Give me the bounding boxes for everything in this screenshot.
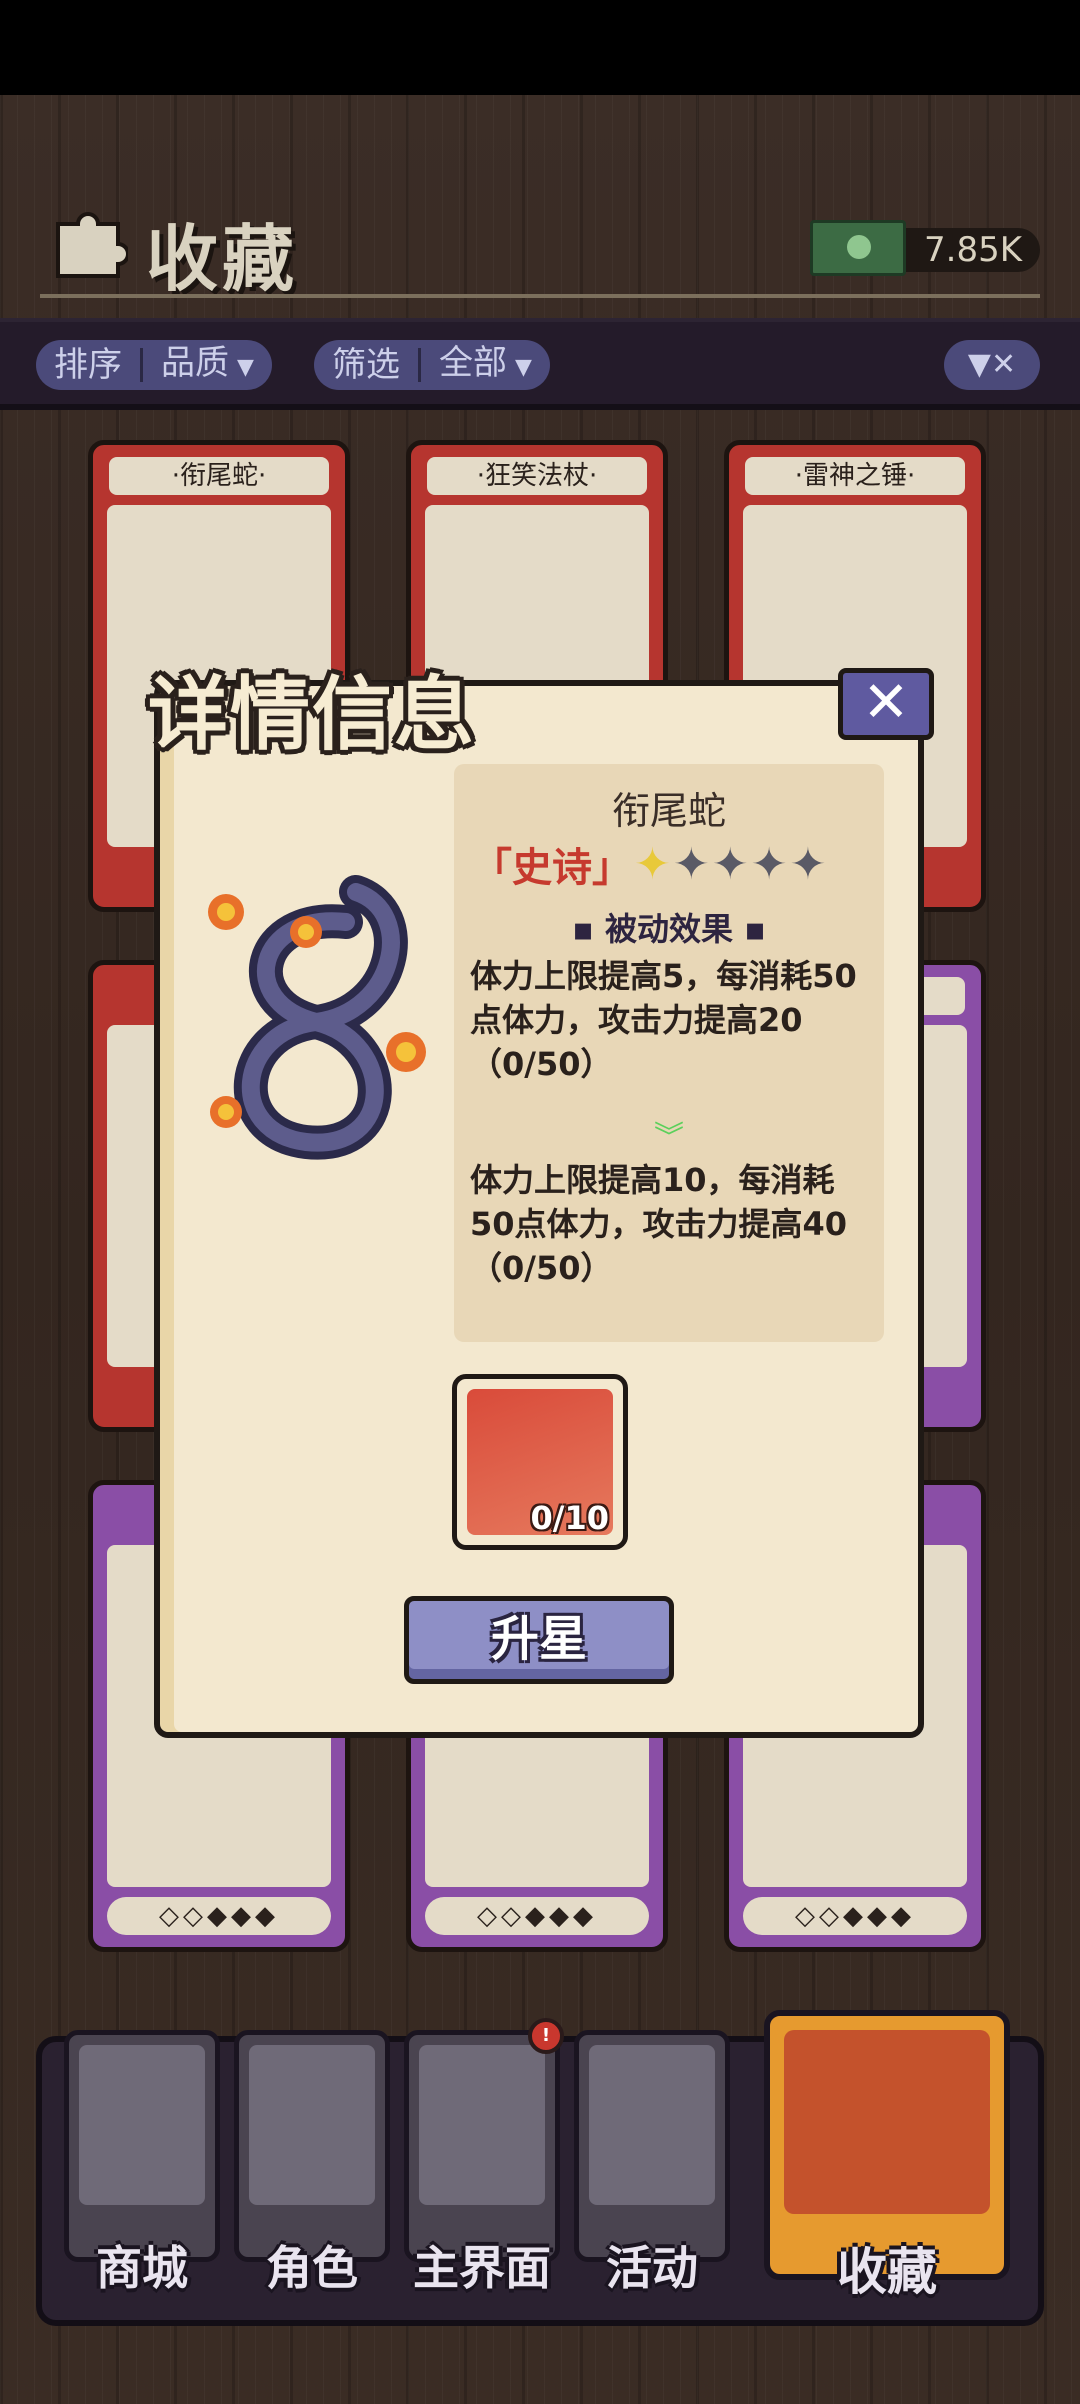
item-name: 衔尾蛇	[611, 789, 726, 833]
current-effect: 体力上限提高5，每消耗50点体力，攻击力提高20（0/50）	[470, 957, 857, 1083]
close-icon: ✕	[862, 670, 910, 735]
shop-icon	[79, 2045, 205, 2205]
star-empty-icon: ✦	[750, 838, 788, 890]
tab-label-shop: 商城	[96, 2241, 188, 2295]
main-icon	[419, 2045, 545, 2205]
tab-label-character: 角色	[266, 2241, 358, 2295]
item-info-box: 衔尾蛇 「史诗」 ✦ ✦ ✦ ✦ ✦ ▪ 被动效果 ▪ 体力上限提高5，每消耗5…	[454, 764, 884, 1342]
notification-badge: !	[528, 2018, 564, 2054]
chevron-down-icon: ︾	[654, 1120, 684, 1155]
shard-slot[interactable]: 0/10	[452, 1374, 628, 1550]
star-filled-icon: ✦	[634, 838, 671, 890]
tab-label-main: 主界面	[413, 2241, 551, 2295]
star-empty-icon: ✦	[789, 838, 827, 890]
star-empty-icon: ✦	[711, 838, 749, 890]
tab-shop[interactable]	[64, 2030, 220, 2262]
collection-icon	[784, 2030, 990, 2214]
tab-main[interactable]	[404, 2030, 560, 2262]
tab-character[interactable]	[234, 2030, 390, 2262]
close-button[interactable]: ✕	[838, 668, 934, 740]
next-effect: 体力上限提高10，每消耗50点体力，攻击力提高40（0/50）	[470, 1161, 848, 1287]
events-icon	[589, 2045, 715, 2205]
shard-progress: 0/10	[530, 1499, 609, 1537]
upgrade-star-button[interactable]: 升星	[404, 1596, 674, 1684]
tab-label-collection: 收藏	[837, 2243, 937, 2301]
passive-heading: ▪ 被动效果 ▪	[572, 910, 766, 948]
character-icon	[249, 2045, 375, 2205]
rarity-label: 「史诗」	[472, 845, 632, 891]
tab-events[interactable]	[574, 2030, 730, 2262]
star-empty-icon: ✦	[672, 838, 710, 890]
tab-label-events: 活动	[606, 2241, 698, 2295]
status-bar	[0, 0, 1080, 95]
rarity-row: 「史诗」 ✦ ✦ ✦ ✦ ✦	[472, 836, 826, 892]
panel-title: 详情信息	[148, 668, 476, 761]
snake-item-image	[208, 875, 426, 1160]
